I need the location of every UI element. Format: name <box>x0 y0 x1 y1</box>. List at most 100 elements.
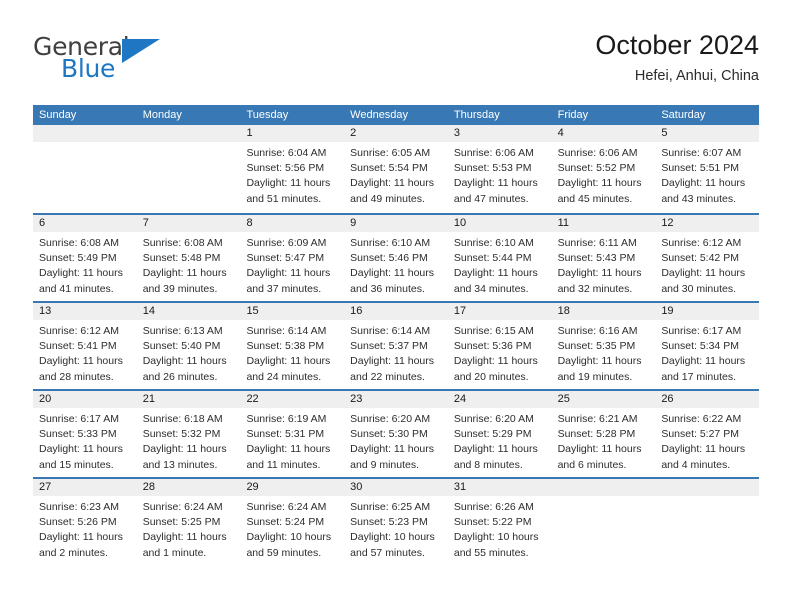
calendar-day-cell[interactable]: 6 Sunrise: 6:08 AM Sunset: 5:49 PM Daylight… <box>33 215 137 301</box>
day-info-line: Daylight: 11 hours <box>453 355 538 368</box>
day-number: 6 <box>39 217 46 229</box>
day-number-band: 8 <box>240 215 345 232</box>
day-info-line: Sunrise: 6:18 AM <box>142 413 223 425</box>
day-info-line: Sunset: 5:30 PM <box>350 428 428 441</box>
calendar-day-cell[interactable]: 28 Sunrise: 6:24 AM Sunset: 5:25 PM Dayligh… <box>136 479 241 565</box>
day-info-line: Daylight: 11 hours <box>246 443 331 456</box>
calendar-day-cell[interactable]: 20 Sunrise: 6:17 AM Sunset: 5:33 PM Dayligh… <box>33 391 137 477</box>
day-info-line: Sunrise: 6:16 AM <box>557 325 638 337</box>
calendar-day-cell[interactable]: 25 Sunrise: 6:21 AM Sunset: 5:28 PM Dayligh… <box>551 391 656 477</box>
day-number: 13 <box>39 305 52 317</box>
general-blue-logo: General Blue <box>33 28 263 88</box>
calendar-day-cell[interactable]: 1 Sunrise: 6:04 AM Sunset: 5:56 PM Daylight… <box>240 125 345 213</box>
day-info-line: Sunrise: 6:06 AM <box>453 147 534 159</box>
day-info-line: Daylight: 11 hours <box>557 267 642 280</box>
day-number: 9 <box>350 217 357 229</box>
day-number-band: 9 <box>344 215 448 232</box>
day-number-band: 18 <box>551 303 656 320</box>
day-info-line: Sunrise: 6:26 AM <box>453 501 534 513</box>
calendar-day-cell[interactable]: 5 Sunrise: 6:07 AM Sunset: 5:51 PM Daylight… <box>655 125 760 213</box>
day-info-line: Sunrise: 6:09 AM <box>246 237 327 249</box>
day-number: 16 <box>350 305 363 317</box>
day-sun-info: Sunrise: 6:11 AM Sunset: 5:43 PM Daylight:… <box>552 232 656 297</box>
day-number-band: 16 <box>344 303 448 320</box>
day-info-line: Sunrise: 6:07 AM <box>661 147 742 159</box>
calendar-day-cell[interactable]: 4 Sunrise: 6:06 AM Sunset: 5:52 PM Daylight… <box>551 125 656 213</box>
day-info-line: Sunrise: 6:23 AM <box>39 501 119 513</box>
calendar-day-cell[interactable]: 13 Sunrise: 6:12 AM Sunset: 5:41 PM Dayligh… <box>33 303 137 389</box>
day-number: 11 <box>557 217 570 229</box>
day-info-line: Daylight: 11 hours <box>39 443 123 456</box>
day-sun-info: Sunrise: 6:04 AM Sunset: 5:56 PM Daylight:… <box>240 142 344 207</box>
day-info-line: Daylight: 11 hours <box>246 267 331 280</box>
calendar-day-cell[interactable]: 31 Sunrise: 6:26 AM Sunset: 5:22 PM Dayligh… <box>447 479 552 565</box>
day-info-line: Daylight: 11 hours <box>350 355 435 368</box>
calendar-day-cell[interactable]: 26 Sunrise: 6:22 AM Sunset: 5:27 PM Dayligh… <box>655 391 760 477</box>
day-info-line: Sunrise: 6:25 AM <box>350 501 431 513</box>
calendar-day-cell[interactable]: 24 Sunrise: 6:20 AM Sunset: 5:29 PM Dayligh… <box>447 391 552 477</box>
calendar-week-row: 20 Sunrise: 6:17 AM Sunset: 5:33 PM Dayligh… <box>33 389 760 477</box>
weekday-header-monday: Monday <box>142 109 182 121</box>
calendar-day-cell-empty <box>33 125 137 213</box>
day-sun-info: Sunrise: 6:09 AM Sunset: 5:47 PM Daylight:… <box>240 232 344 297</box>
day-info-line: Sunset: 5:53 PM <box>453 162 532 175</box>
calendar-day-cell[interactable]: 18 Sunrise: 6:16 AM Sunset: 5:35 PM Dayligh… <box>551 303 656 389</box>
calendar-day-cell[interactable]: 11 Sunrise: 6:11 AM Sunset: 5:43 PM Dayligh… <box>551 215 656 301</box>
calendar-day-cell[interactable]: 2 Sunrise: 6:05 AM Sunset: 5:54 PM Daylight… <box>344 125 448 213</box>
day-info-line: Sunset: 5:36 PM <box>453 340 532 353</box>
day-number-band: 14 <box>136 303 241 320</box>
day-info-line: Sunrise: 6:19 AM <box>246 413 327 425</box>
calendar-day-cell[interactable]: 27 Sunrise: 6:23 AM Sunset: 5:26 PM Dayligh… <box>33 479 137 565</box>
day-sun-info: Sunrise: 6:08 AM Sunset: 5:48 PM Daylight:… <box>137 232 241 297</box>
day-number: 26 <box>661 393 674 405</box>
day-sun-info: Sunrise: 6:24 AM Sunset: 5:25 PM Daylight:… <box>137 496 241 561</box>
weekday-header-row: Sunday Monday Tuesday Wednesday Thursday Frid… <box>33 105 759 125</box>
weekday-header-friday: Friday <box>557 109 589 121</box>
day-number: 8 <box>246 217 253 229</box>
day-info-line: Daylight: 11 hours <box>661 443 746 456</box>
calendar-day-cell[interactable]: 23 Sunrise: 6:20 AM Sunset: 5:30 PM Dayligh… <box>344 391 448 477</box>
calendar-day-cell[interactable]: 30 Sunrise: 6:25 AM Sunset: 5:23 PM Dayligh… <box>344 479 448 565</box>
day-info-line: Daylight: 11 hours <box>142 267 227 280</box>
day-sun-info: Sunrise: 6:07 AM Sunset: 5:51 PM Daylight:… <box>655 142 759 207</box>
day-number-band: 6 <box>33 215 137 232</box>
day-info-line: and 22 minutes. <box>350 370 425 383</box>
day-info-line: Sunset: 5:32 PM <box>142 428 221 441</box>
day-number-band: 15 <box>240 303 345 320</box>
day-sun-info: Sunrise: 6:26 AM Sunset: 5:22 PM Daylight:… <box>448 496 552 561</box>
calendar-day-cell[interactable]: 8 Sunrise: 6:09 AM Sunset: 5:47 PM Daylight… <box>240 215 345 301</box>
day-info-line: and 55 minutes. <box>453 546 529 559</box>
calendar-day-cell[interactable]: 15 Sunrise: 6:14 AM Sunset: 5:38 PM Dayligh… <box>240 303 345 389</box>
day-info-line: Sunset: 5:56 PM <box>246 162 325 175</box>
calendar-day-cell[interactable]: 7 Sunrise: 6:08 AM Sunset: 5:48 PM Daylight… <box>136 215 241 301</box>
calendar-day-cell[interactable]: 10 Sunrise: 6:10 AM Sunset: 5:44 PM Dayligh… <box>447 215 552 301</box>
day-number-band: 10 <box>447 215 552 232</box>
day-info-line: and 24 minutes. <box>246 370 322 383</box>
calendar-day-cell[interactable]: 22 Sunrise: 6:19 AM Sunset: 5:31 PM Dayligh… <box>240 391 345 477</box>
calendar-day-cell[interactable]: 21 Sunrise: 6:18 AM Sunset: 5:32 PM Dayligh… <box>136 391 241 477</box>
day-info-line: Sunrise: 6:08 AM <box>39 237 119 249</box>
calendar-day-cell[interactable]: 14 Sunrise: 6:13 AM Sunset: 5:40 PM Dayligh… <box>136 303 241 389</box>
calendar-day-cell[interactable]: 9 Sunrise: 6:10 AM Sunset: 5:46 PM Daylight… <box>344 215 448 301</box>
calendar-day-cell[interactable]: 3 Sunrise: 6:06 AM Sunset: 5:53 PM Daylight… <box>447 125 552 213</box>
day-sun-info <box>137 142 241 146</box>
day-info-line: Daylight: 11 hours <box>453 443 538 456</box>
day-info-line: Daylight: 11 hours <box>557 355 642 368</box>
day-sun-info: Sunrise: 6:24 AM Sunset: 5:24 PM Daylight:… <box>240 496 344 561</box>
day-number-band: 31 <box>447 479 552 496</box>
day-info-line: and 51 minutes. <box>246 192 322 205</box>
calendar-day-cell[interactable]: 29 Sunrise: 6:24 AM Sunset: 5:24 PM Dayligh… <box>240 479 345 565</box>
calendar-day-cell[interactable]: 12 Sunrise: 6:12 AM Sunset: 5:42 PM Dayligh… <box>655 215 760 301</box>
day-info-line: and 13 minutes. <box>142 458 218 471</box>
calendar-day-cell[interactable]: 16 Sunrise: 6:14 AM Sunset: 5:37 PM Dayligh… <box>344 303 448 389</box>
calendar-table: Sunday Monday Tuesday Wednesday Thursday Frid… <box>33 105 760 565</box>
day-info-line: Sunset: 5:43 PM <box>557 252 636 265</box>
day-info-line: Daylight: 11 hours <box>39 267 123 280</box>
day-info-line: and 57 minutes. <box>350 546 425 559</box>
calendar-day-cell[interactable]: 19 Sunrise: 6:17 AM Sunset: 5:34 PM Dayligh… <box>655 303 760 389</box>
day-sun-info: Sunrise: 6:16 AM Sunset: 5:35 PM Daylight:… <box>552 320 656 385</box>
day-info-line: Daylight: 11 hours <box>142 355 227 368</box>
day-info-line: Sunrise: 6:10 AM <box>453 237 534 249</box>
day-info-line: Sunrise: 6:12 AM <box>39 325 119 337</box>
calendar-day-cell[interactable]: 17 Sunrise: 6:15 AM Sunset: 5:36 PM Dayligh… <box>447 303 552 389</box>
